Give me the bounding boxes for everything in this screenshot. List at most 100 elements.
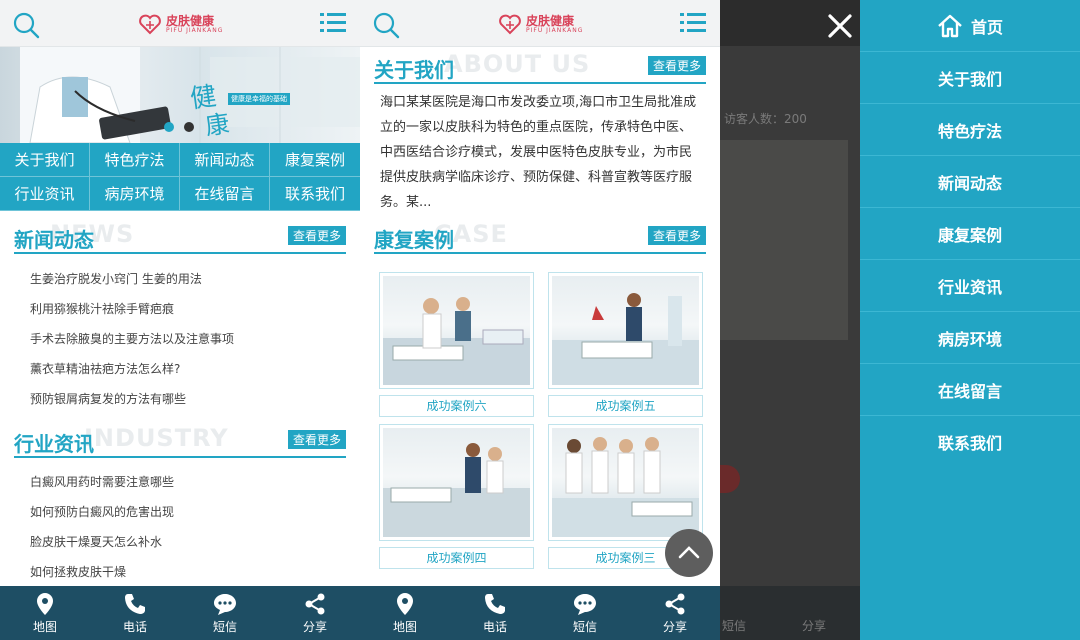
ward-photo-icon xyxy=(383,297,530,385)
back-to-top-button[interactable] xyxy=(665,529,713,577)
industry-section-header: INDUSTRY 行业资讯 查看更多 xyxy=(14,420,346,458)
case-photo xyxy=(379,424,534,541)
dim-peek-text: 访客人数：200 xyxy=(724,112,807,126)
about-description: 海口某某医院是海口市发改委立项,海口市卫生局批准成立的一家以皮肤科为特色的重点医… xyxy=(380,95,697,210)
hero-banner[interactable]: 健 康 健康是幸福的基础 xyxy=(0,47,360,143)
section-title: 康复案例 xyxy=(374,228,454,252)
share-button[interactable]: 分享 xyxy=(630,586,720,640)
bottom-bar: 地图 电话 短信 分享 xyxy=(360,586,720,640)
case-photo xyxy=(379,272,534,389)
view-more-button[interactable]: 查看更多 xyxy=(647,226,706,245)
calligraphy-char-2: 康 xyxy=(203,109,232,141)
nav-item[interactable]: 联系我们 xyxy=(270,177,360,211)
section-title: 行业资讯 xyxy=(14,432,94,456)
list-item[interactable]: 利用猕猴桃汁祛除手臂疤痕 xyxy=(14,294,346,324)
phone-button[interactable]: 电话 xyxy=(450,586,540,640)
nav-item[interactable]: 在线留言 xyxy=(180,177,270,211)
dimmed-page-overlay[interactable]: 访客人数：200 短信 分享 xyxy=(720,0,860,640)
nav-item[interactable]: 关于我们 xyxy=(0,143,90,177)
view-more-button[interactable]: 查看更多 xyxy=(287,430,346,449)
sms-button[interactable]: 短信 xyxy=(540,586,630,640)
list-item[interactable]: 白癜风用药时需要注意哪些 xyxy=(14,467,346,497)
main-nav-grid: 关于我们 特色疗法 新闻动态 康复案例 行业资讯 病房环境 在线留言 联系我们 xyxy=(0,143,360,211)
chat-bubble-icon xyxy=(574,593,596,615)
case-card[interactable]: 成功案例五 xyxy=(548,272,703,417)
list-item[interactable]: 预防银屑病复发的方法有哪些 xyxy=(14,384,346,414)
side-menu-item[interactable]: 特色疗法 xyxy=(860,104,1080,156)
dim-badge xyxy=(720,465,740,493)
top-bar: 皮肤健康 PIFU JIANKANG xyxy=(0,0,360,47)
map-button[interactable]: 地图 xyxy=(360,586,450,640)
side-menu-label: 首页 xyxy=(970,17,1003,37)
industry-list: 白癜风用药时需要注意哪些 如何预防白癜风的危害出现 脸皮肤干燥夏天怎么补水 如何… xyxy=(14,467,346,587)
menu-icon[interactable] xyxy=(320,12,346,34)
ward-photo-icon xyxy=(552,437,699,537)
menu-icon[interactable] xyxy=(680,12,706,34)
list-item[interactable]: 如何拯救皮肤干燥 xyxy=(14,557,346,587)
search-icon[interactable] xyxy=(372,11,400,39)
bottom-label: 短信 xyxy=(572,619,597,634)
case-photo xyxy=(548,424,703,541)
list-item[interactable]: 如何预防白癜风的危害出现 xyxy=(14,497,346,527)
side-menu-item[interactable]: 康复案例 xyxy=(860,208,1080,260)
carousel-dot[interactable] xyxy=(184,122,194,132)
side-menu-item[interactable]: 病房环境 xyxy=(860,312,1080,364)
case-card[interactable]: 成功案例四 xyxy=(379,424,534,569)
home-icon xyxy=(938,14,962,37)
share-icon xyxy=(305,593,325,614)
map-button[interactable]: 地图 xyxy=(0,586,90,640)
section-bg-text: ABOUT US xyxy=(444,50,591,78)
bottom-label: 短信 xyxy=(212,619,237,634)
bottom-label: 电话 xyxy=(482,619,507,634)
nav-item[interactable]: 病房环境 xyxy=(90,177,180,211)
side-menu-item[interactable]: 行业资讯 xyxy=(860,260,1080,312)
logo-subtext: PIFU JIANKANG xyxy=(526,26,584,34)
share-icon xyxy=(665,593,685,614)
phone-icon xyxy=(485,593,505,614)
dim-peek-label: 短信 xyxy=(722,619,747,633)
heart-logo-icon xyxy=(139,14,161,35)
doctor-illustration xyxy=(20,47,360,143)
list-item[interactable]: 脸皮肤干燥夏天怎么补水 xyxy=(14,527,346,557)
bottom-label: 分享 xyxy=(302,619,327,634)
home-panel-middle: 皮肤健康 PIFU JIANKANG ABOUT US 关于我们 查看更多 海口… xyxy=(360,0,720,640)
carousel-dot-active[interactable] xyxy=(164,122,174,132)
side-menu-home[interactable]: 首页 xyxy=(860,0,1080,52)
about-section-header: ABOUT US 关于我们 查看更多 xyxy=(374,46,706,84)
view-more-button[interactable]: 查看更多 xyxy=(287,226,346,245)
cases-section-header: CASE 康复案例 查看更多 xyxy=(374,216,706,254)
bottom-label: 电话 xyxy=(122,619,147,634)
phone-button[interactable]: 电话 xyxy=(90,586,180,640)
share-button[interactable]: 分享 xyxy=(270,586,360,640)
side-menu-item[interactable]: 联系我们 xyxy=(860,416,1080,468)
logo-text: 皮肤健康 xyxy=(526,13,575,28)
case-caption: 成功案例五 xyxy=(548,395,703,417)
site-logo[interactable]: 皮肤健康 PIFU JIANKANG xyxy=(498,10,598,38)
search-icon[interactable] xyxy=(12,11,40,39)
side-menu-item[interactable]: 新闻动态 xyxy=(860,156,1080,208)
sms-button[interactable]: 短信 xyxy=(180,586,270,640)
case-card[interactable]: 成功案例六 xyxy=(379,272,534,417)
nav-item[interactable]: 新闻动态 xyxy=(180,143,270,177)
heart-logo-icon xyxy=(499,14,521,35)
list-item[interactable]: 手术去除腋臭的主要方法以及注意事项 xyxy=(14,324,346,354)
close-icon[interactable] xyxy=(820,6,860,46)
view-more-button[interactable]: 查看更多 xyxy=(647,56,706,75)
map-pin-icon xyxy=(37,592,53,615)
nav-item[interactable]: 康复案例 xyxy=(270,143,360,177)
banner-tagline: 健康是幸福的基础 xyxy=(228,93,290,105)
list-item[interactable]: 生姜治疗脱发小窍门 生姜的用法 xyxy=(14,264,346,294)
nav-item[interactable]: 特色疗法 xyxy=(90,143,180,177)
site-logo[interactable]: 皮肤健康 PIFU JIANKANG xyxy=(138,10,238,38)
section-title: 新闻动态 xyxy=(14,228,94,252)
ward-photo-icon xyxy=(383,443,530,537)
side-menu-item[interactable]: 关于我们 xyxy=(860,52,1080,104)
bottom-label: 地图 xyxy=(392,619,417,634)
section-bg-text: INDUSTRY xyxy=(84,424,229,452)
ward-photo-icon xyxy=(552,293,699,385)
dim-photo xyxy=(720,140,848,340)
logo-subtext: PIFU JIANKANG xyxy=(166,26,224,34)
side-menu-item[interactable]: 在线留言 xyxy=(860,364,1080,416)
list-item[interactable]: 薰衣草精油祛疤方法怎么样? xyxy=(14,354,346,384)
nav-item[interactable]: 行业资讯 xyxy=(0,177,90,211)
